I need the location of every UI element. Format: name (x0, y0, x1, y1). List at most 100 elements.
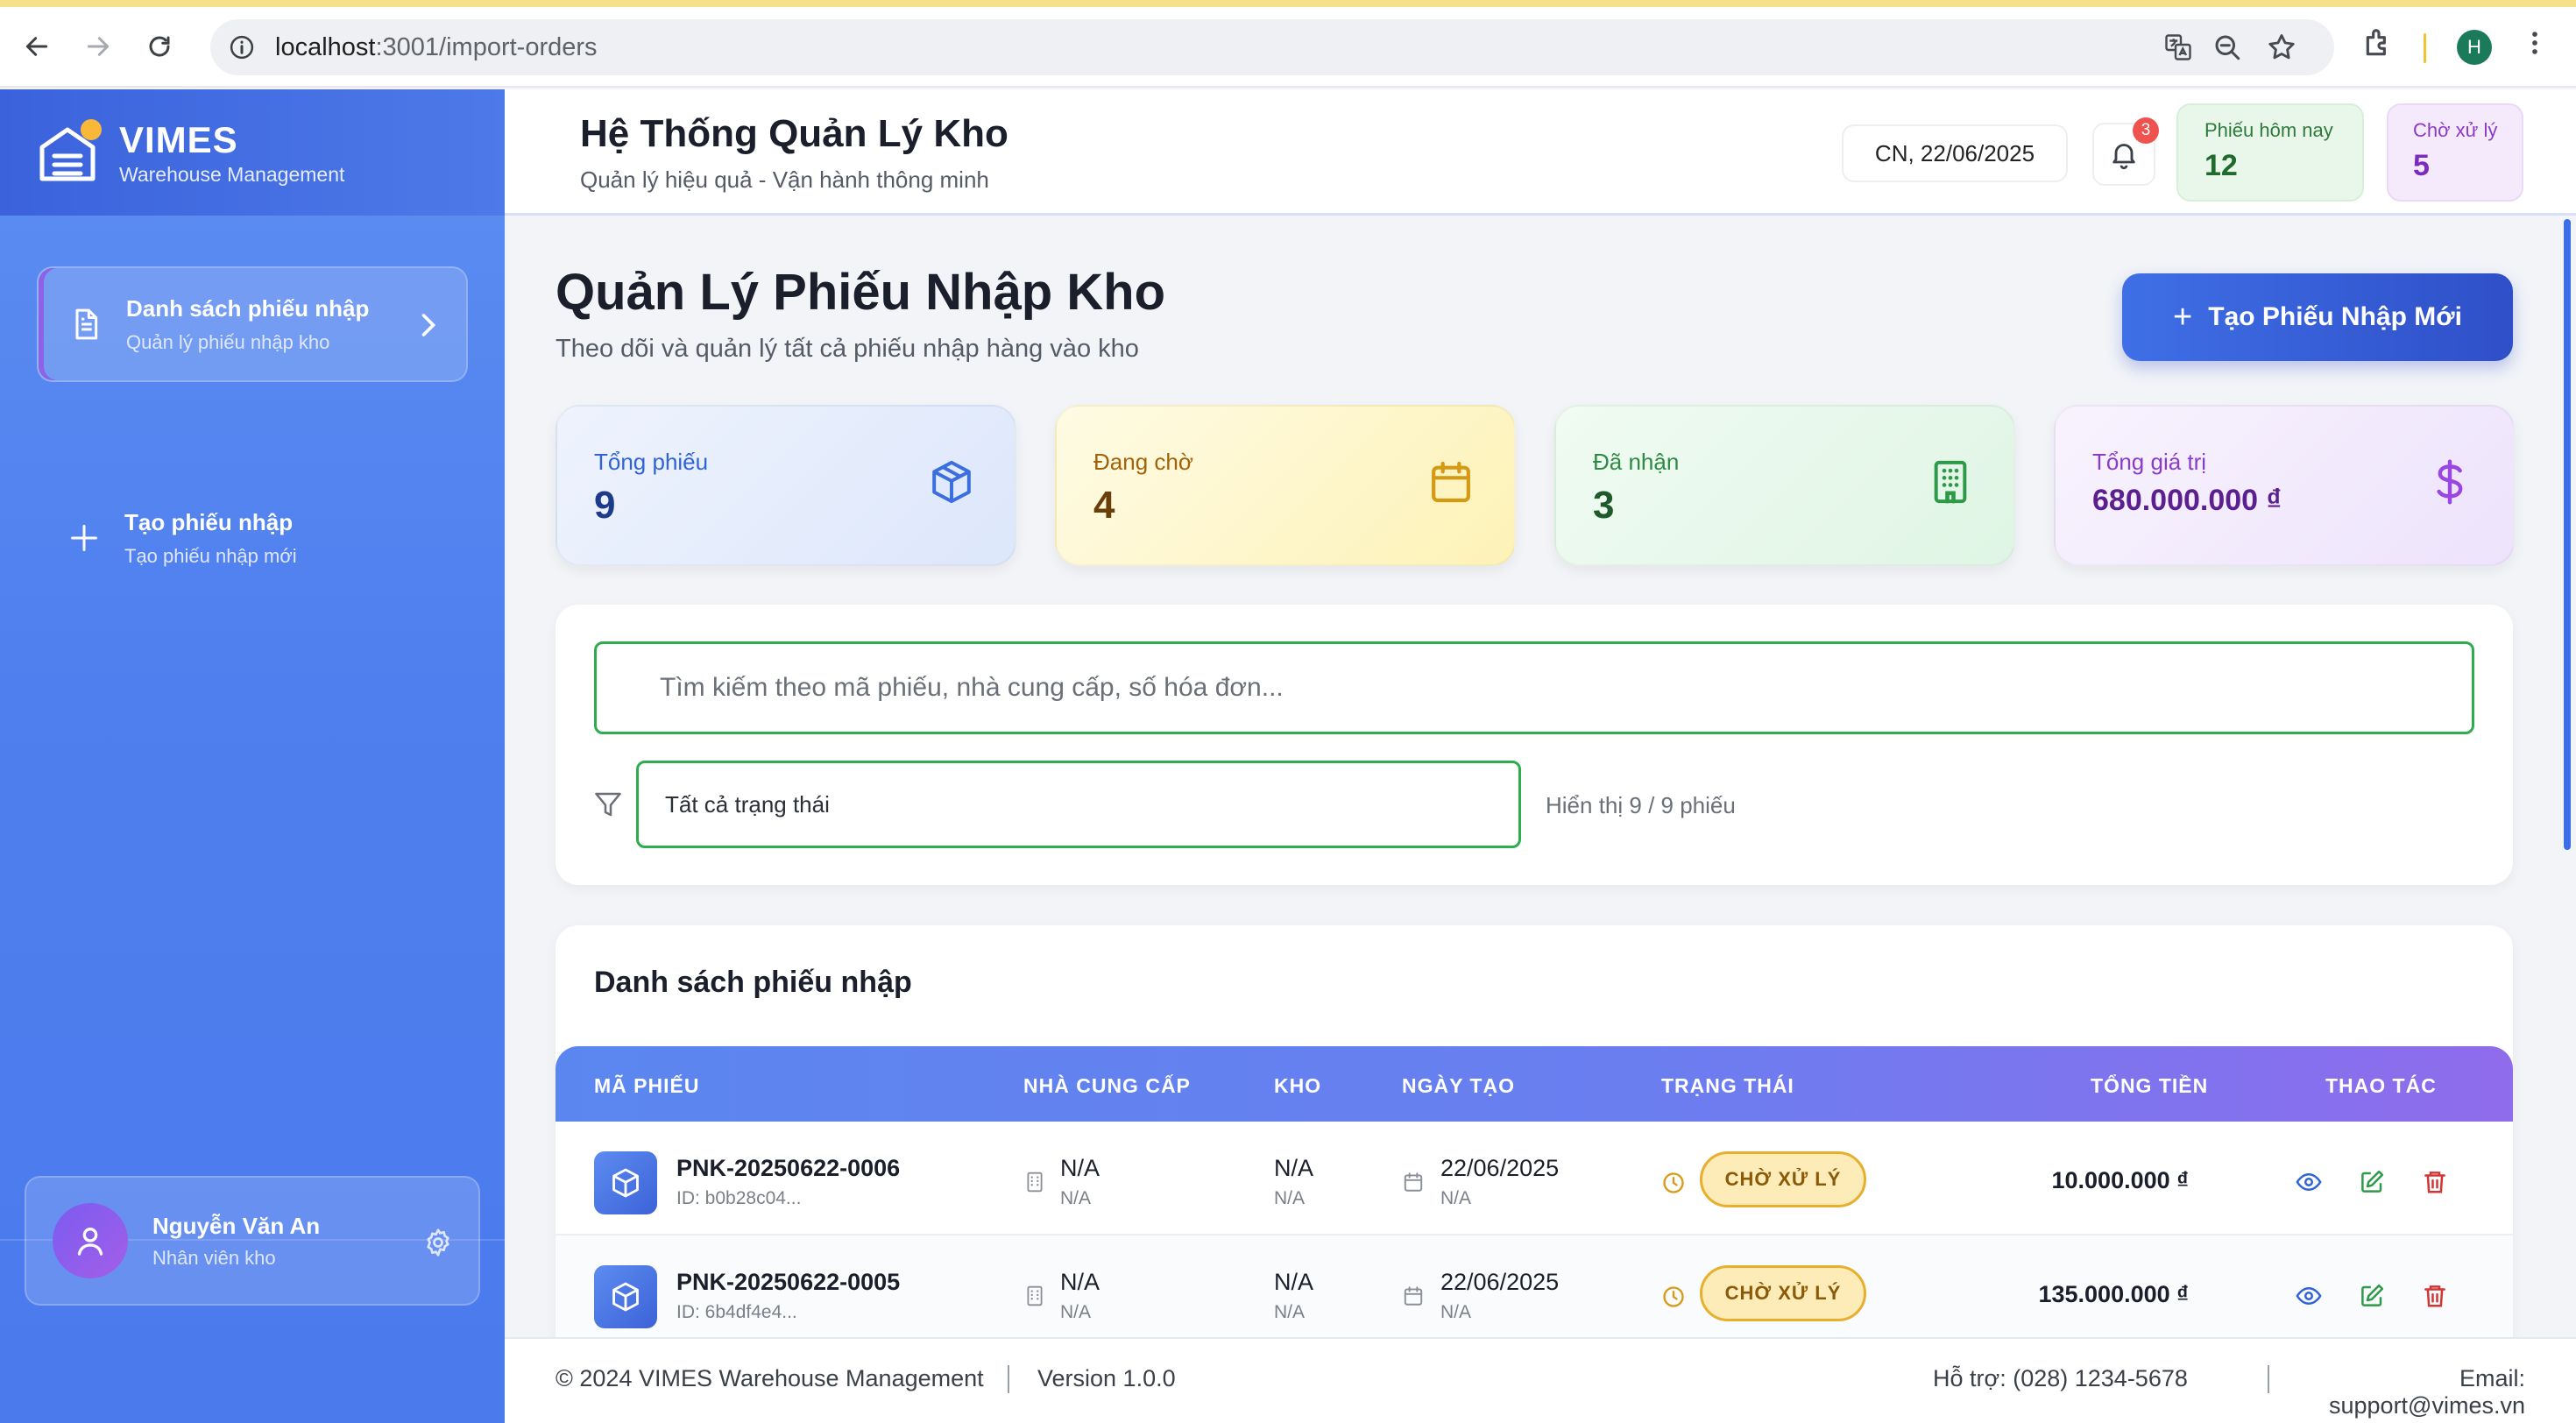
package-icon (594, 1151, 657, 1214)
column-header-date: NGÀY TẠO (1402, 1074, 1515, 1097)
profile-avatar[interactable]: H (2457, 30, 2492, 65)
notifications-button[interactable]: 3 (2092, 117, 2159, 186)
warehouse-logo-icon (37, 119, 102, 184)
page-scrollbar[interactable] (2564, 219, 2571, 850)
dollar-icon (2425, 457, 2474, 506)
stat-value: 680.000.000 ₫ (2092, 484, 2282, 517)
system-title: Hệ Thống Quản Lý Kho (580, 112, 1008, 155)
stat-value: 9 (594, 484, 616, 527)
forward-icon[interactable] (74, 22, 123, 71)
created-date: 22/06/2025 (1440, 1155, 1560, 1181)
warehouse-name: N/A (1274, 1155, 1314, 1181)
url-path: :3001/import-orders (375, 32, 598, 61)
gear-icon[interactable] (422, 1227, 454, 1258)
sidebar-item-sublabel: Tạo phiếu nhập mới (124, 544, 297, 567)
pending-label: Chờ xử lý (2413, 119, 2498, 141)
building-icon (1926, 457, 1975, 506)
delete-trash-icon[interactable] (2422, 1169, 2448, 1195)
brand[interactable]: VIMES Warehouse Management (0, 89, 505, 216)
sidebar-item-label: Danh sách phiếu nhập (126, 294, 370, 322)
sidebar-item-create-import[interactable]: Tạo phiếu nhập Tạo phiếu nhập mới (37, 480, 468, 596)
stat-card-pending: Đang chờ 4 (1055, 405, 1516, 566)
tab-strip (0, 0, 2576, 7)
sidebar-item-import-list[interactable]: Danh sách phiếu nhập Quản lý phiếu nhập … (37, 266, 468, 382)
plus-icon: + (2173, 298, 2193, 336)
table-row[interactable]: PNK-20250622-0006 ID: b0b28c04... N/A N/… (556, 1122, 2513, 1235)
supplier-sub: N/A (1060, 1302, 1092, 1322)
stat-value: 4 (1093, 484, 1115, 527)
app-footer: © 2024 VIMES Warehouse Management Versio… (505, 1337, 2576, 1423)
site-info-icon[interactable] (226, 32, 258, 63)
more-menu-icon[interactable] (2520, 26, 2550, 60)
order-code: PNK-20250622-0005 (676, 1269, 901, 1295)
order-total: 10.000.000 ₫ (2051, 1167, 2190, 1193)
bell-icon (2112, 144, 2135, 170)
created-date-sub: N/A (1440, 1188, 1472, 1208)
extensions-icon[interactable] (2362, 26, 2396, 60)
column-header-code: MÃ PHIẾU (594, 1074, 700, 1097)
brand-tagline: Warehouse Management (119, 162, 345, 186)
user-role: Nhân viên kho (152, 1246, 276, 1269)
today-orders-label: Phiếu hôm nay (2204, 119, 2333, 141)
today-orders-value: 12 (2204, 149, 2238, 182)
footer-version: Version 1.0.0 (1037, 1365, 1176, 1391)
package-icon (594, 1265, 657, 1328)
user-card[interactable]: Nguyễn Văn An Nhân viên kho (25, 1176, 480, 1306)
edit-icon[interactable] (2359, 1169, 2385, 1195)
footer-divider (1008, 1365, 1009, 1393)
url-text: localhost:3001/import-orders (275, 33, 598, 62)
app-header: Hệ Thống Quản Lý Kho Quản lý hiệu quả - … (505, 89, 2576, 216)
warehouse-sub: N/A (1274, 1302, 1306, 1322)
table-row[interactable]: PNK-20250622-0005 ID: 6b4df4e4... N/A N/… (556, 1235, 2513, 1349)
bookmark-star-icon[interactable] (2266, 32, 2297, 63)
view-eye-icon[interactable] (2296, 1169, 2322, 1195)
building-icon (1023, 1171, 1046, 1193)
column-header-warehouse: KHO (1274, 1074, 1322, 1097)
chevron-right-icon (419, 312, 438, 338)
supplier-name: N/A (1060, 1155, 1100, 1181)
stat-value: 3 (1593, 484, 1615, 527)
stat-label: Đang chờ (1093, 449, 1193, 475)
system-subtitle: Quản lý hiệu quả - Vận hành thông minh (580, 166, 989, 193)
delete-trash-icon[interactable] (2422, 1283, 2448, 1309)
stat-label: Tổng giá trị (2092, 449, 2207, 475)
view-eye-icon[interactable] (2296, 1283, 2322, 1309)
clock-icon (1661, 1171, 1686, 1195)
status-filter-select[interactable]: Tất cả trạng thái (636, 761, 1521, 848)
sidebar-item-label: Tạo phiếu nhập (124, 508, 294, 535)
url-host: localhost (275, 32, 376, 61)
column-header-actions: THAO TÁC (2325, 1074, 2437, 1097)
order-code: PNK-20250622-0006 (676, 1155, 901, 1181)
zoom-icon[interactable] (2212, 32, 2243, 63)
address-bar[interactable]: localhost:3001/import-orders (210, 19, 2334, 75)
notification-badge: 3 (2133, 117, 2159, 144)
stat-label: Tổng phiếu (594, 449, 709, 475)
toolbar-divider (2424, 33, 2426, 63)
column-header-status: TRẠNG THÁI (1661, 1074, 1794, 1097)
stat-card-received: Đã nhận 3 (1554, 405, 2015, 566)
translate-icon[interactable] (2162, 32, 2194, 63)
box-icon (927, 457, 976, 506)
footer-copyright: © 2024 VIMES Warehouse Management (556, 1365, 984, 1391)
back-icon[interactable] (12, 22, 61, 71)
column-header-total: TỔNG TIỀN (2091, 1074, 2209, 1097)
footer-email[interactable]: Email: support@vimes.vn (2262, 1365, 2525, 1419)
current-date: CN, 22/06/2025 (1842, 124, 2068, 182)
page-title: Quản Lý Phiếu Nhập Kho (556, 264, 1166, 321)
status-badge: CHỜ XỬ LÝ (1700, 1151, 1866, 1207)
user-name: Nguyễn Văn An (152, 1212, 321, 1239)
created-date-sub: N/A (1440, 1302, 1472, 1322)
edit-icon[interactable] (2359, 1283, 2385, 1309)
document-icon (65, 305, 107, 343)
search-input[interactable]: Tìm kiếm theo mã phiếu, nhà cung cấp, số… (594, 641, 2474, 734)
reload-icon[interactable] (135, 22, 184, 71)
user-avatar-icon (53, 1203, 128, 1278)
sidebar-item-sublabel: Quản lý phiếu nhập kho (126, 330, 330, 353)
create-import-button[interactable]: + Tạo Phiếu Nhập Mới (2122, 273, 2513, 361)
stat-label: Đã nhận (1593, 449, 1680, 475)
today-orders-stat: Phiếu hôm nay 12 (2176, 103, 2364, 202)
filter-icon (592, 789, 624, 820)
showing-count: Hiển thị 9 / 9 phiếu (1546, 792, 1736, 818)
clock-icon (1661, 1285, 1686, 1309)
pending-value: 5 (2413, 149, 2430, 182)
